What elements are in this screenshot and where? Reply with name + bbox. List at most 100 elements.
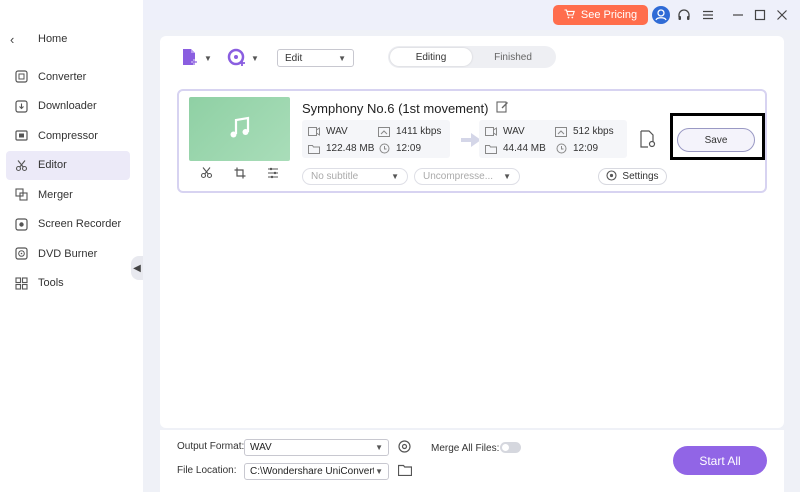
tab-finished[interactable]: Finished <box>472 48 554 66</box>
sidebar-item-label: Merger <box>38 188 73 201</box>
file-location-select[interactable]: C:\Wondershare UniConverter 1 ▼ <box>244 463 389 480</box>
compressor-icon <box>14 129 28 143</box>
file-location-label: File Location: <box>177 465 237 476</box>
minimize-icon[interactable] <box>730 7 746 23</box>
sidebar-item-compressor[interactable]: Compressor <box>6 121 130 151</box>
tools-icon <box>14 276 28 290</box>
sidebar-nav: Converter Downloader Compressor Editor M… <box>6 62 130 298</box>
edit-mode-select[interactable]: Edit ▼ <box>277 49 354 67</box>
trim-icon[interactable] <box>200 166 213 182</box>
tab-editing[interactable]: Editing <box>390 48 472 66</box>
edit-name-icon[interactable] <box>496 100 509 116</box>
source-info: WAV 1411 kbps 122.48 MB 12:09 <box>302 120 450 158</box>
maximize-icon[interactable] <box>752 7 768 23</box>
chevron-down-icon: ▼ <box>375 443 383 452</box>
settings-button[interactable]: Settings <box>598 168 667 185</box>
subtitle-placeholder: No subtitle <box>311 171 359 182</box>
target-duration: 12:09 <box>555 143 598 154</box>
sidebar-item-label: Editor <box>38 159 67 172</box>
effects-icon[interactable] <box>267 167 279 182</box>
source-bitrate: 1411 kbps <box>378 126 441 137</box>
audio-track-select[interactable]: Uncompresse... ▼ <box>414 168 520 185</box>
chevron-down-icon: ▼ <box>338 53 346 63</box>
save-highlight-box <box>670 113 765 160</box>
output-settings-icon[interactable] <box>640 130 656 148</box>
output-format-select[interactable]: WAV ▼ <box>244 439 389 456</box>
sidebar-item-merger[interactable]: Merger <box>6 180 130 210</box>
add-files-button[interactable]: ▼ <box>180 48 212 68</box>
source-duration: 12:09 <box>378 143 421 154</box>
dvd-icon <box>14 247 28 261</box>
sidebar-item-dvd-burner[interactable]: DVD Burner <box>6 239 130 269</box>
thumbnail-toolbar <box>189 163 290 185</box>
audio-track-placeholder: Uncompresse... <box>423 171 494 182</box>
output-format-label: Output Format: <box>177 441 245 452</box>
source-size: 122.48 MB <box>308 143 374 154</box>
converter-icon <box>14 70 28 84</box>
menu-icon[interactable] <box>700 7 716 23</box>
sidebar-item-label: Screen Recorder <box>38 218 122 231</box>
video-format-icon <box>308 127 320 137</box>
format-settings-icon[interactable] <box>397 439 412 457</box>
see-pricing-button[interactable]: See Pricing <box>553 5 648 25</box>
merge-all-files-label: Merge All Files: <box>431 443 500 454</box>
chevron-left-icon: ‹ <box>10 31 15 47</box>
chevron-down-icon: ▼ <box>375 467 383 476</box>
chevron-down-icon: ▼ <box>251 53 259 63</box>
status-tabs: Editing Finished <box>388 46 556 68</box>
clock-icon <box>555 143 567 154</box>
target-size: 44.44 MB <box>485 143 546 154</box>
sidebar-item-downloader[interactable]: Downloader <box>6 92 130 122</box>
target-format: WAV <box>485 126 525 137</box>
scissors-icon <box>14 158 28 172</box>
cart-icon <box>564 8 575 22</box>
screen-recorder-icon <box>14 217 28 231</box>
chevron-down-icon: ▼ <box>503 172 511 181</box>
main-panel: ▼ ▼ Edit ▼ Editing Finished Symphony No.… <box>160 36 784 428</box>
start-all-button[interactable]: Start All <box>673 446 767 475</box>
bitrate-icon <box>378 126 390 137</box>
file-title: Symphony No.6 (1st movement) <box>302 100 509 116</box>
sidebar-item-converter[interactable]: Converter <box>6 62 130 92</box>
footer-bar: Output Format: WAV ▼ Merge All Files: Fi… <box>160 430 784 492</box>
title-bar: See Pricing <box>143 0 800 30</box>
collapse-sidebar-button[interactable]: ◀ <box>131 256 143 280</box>
chevron-down-icon: ▼ <box>391 172 399 181</box>
close-icon[interactable] <box>774 7 790 23</box>
subtitle-select[interactable]: No subtitle ▼ <box>302 168 408 185</box>
settings-label: Settings <box>622 171 659 182</box>
sidebar-item-label: Downloader <box>38 100 97 113</box>
merge-all-files-toggle[interactable] <box>500 442 521 453</box>
user-avatar-icon[interactable] <box>652 6 670 24</box>
sidebar-item-label: Tools <box>38 277 64 290</box>
clock-icon <box>378 143 390 154</box>
home-label: Home <box>38 33 68 45</box>
sidebar-item-label: DVD Burner <box>38 247 98 260</box>
sidebar-item-tools[interactable]: Tools <box>6 269 130 299</box>
target-bitrate: 512 kbps <box>555 126 614 137</box>
music-note-icon <box>227 115 253 144</box>
headset-icon[interactable] <box>676 7 692 23</box>
sidebar: ‹ Home Converter Downloader Compressor E… <box>0 0 143 492</box>
sidebar-item-label: Compressor <box>38 129 98 142</box>
settings-icon <box>606 169 617 184</box>
add-media-button[interactable]: ▼ <box>227 48 259 68</box>
chevron-left-icon: ◀ <box>133 262 141 274</box>
add-media-icon <box>227 47 247 70</box>
convert-arrow-icon <box>461 133 481 147</box>
crop-icon[interactable] <box>234 167 246 182</box>
merger-icon <box>14 188 28 202</box>
source-format: WAV <box>308 126 348 137</box>
folder-icon <box>308 144 320 154</box>
file-name: Symphony No.6 (1st movement) <box>302 100 489 116</box>
sidebar-item-screen-recorder[interactable]: Screen Recorder <box>6 210 130 240</box>
open-folder-icon[interactable] <box>397 464 413 479</box>
home-link[interactable]: ‹ Home <box>10 31 67 47</box>
file-location-value: C:\Wondershare UniConverter 1 <box>250 466 374 477</box>
output-format-value: WAV <box>250 442 272 453</box>
audio-thumbnail[interactable] <box>189 97 290 161</box>
chevron-down-icon: ▼ <box>204 53 212 63</box>
sidebar-item-editor[interactable]: Editor <box>6 150 130 180</box>
sidebar-item-label: Converter <box>38 70 87 83</box>
video-format-icon <box>485 127 497 137</box>
